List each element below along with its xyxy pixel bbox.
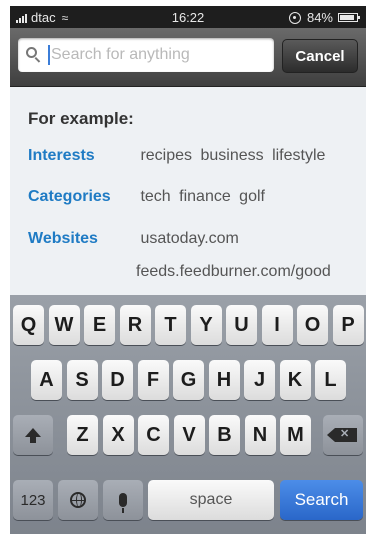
search-key[interactable]: Search [280, 480, 363, 520]
search-field[interactable] [18, 38, 274, 72]
key-b[interactable]: B [209, 415, 240, 455]
key-l[interactable]: L [315, 360, 346, 400]
key-v[interactable]: V [173, 415, 205, 455]
search-bar: Cancel [10, 28, 366, 87]
key-c[interactable]: C [138, 415, 169, 455]
key-t[interactable]: T [155, 305, 186, 345]
key-u[interactable]: U [226, 305, 257, 345]
interests-items[interactable]: recipes business lifestyle [140, 147, 325, 164]
keyboard-row-4: 123 space Search [10, 480, 366, 522]
backspace-key[interactable] [323, 415, 363, 455]
key-y[interactable]: Y [190, 305, 222, 345]
key-x[interactable]: X [102, 415, 134, 455]
example-suggestions: For example: Interests recipes business … [10, 87, 366, 295]
phone-screen: dtac ≈ 16:22 84% Cancel For example: Int… [10, 6, 366, 534]
globe-key[interactable] [58, 480, 98, 520]
key-f[interactable]: F [137, 360, 169, 400]
interests-row: Interests recipes business lifestyle [28, 147, 325, 165]
key-s[interactable]: S [66, 360, 98, 400]
search-icon [26, 47, 42, 63]
key-o[interactable]: O [297, 305, 328, 345]
interests-label[interactable]: Interests [28, 147, 136, 165]
battery-icon [338, 13, 360, 22]
shift-key[interactable] [13, 415, 53, 455]
numbers-key[interactable]: 123 [13, 480, 53, 520]
key-a[interactable]: A [31, 360, 62, 400]
website-item[interactable]: usatoday.com [140, 230, 238, 247]
dictation-key[interactable] [103, 480, 143, 520]
key-i[interactable]: I [261, 305, 293, 345]
backspace-icon [327, 427, 357, 442]
rotation-lock-icon [288, 11, 301, 24]
space-key[interactable]: space [148, 480, 274, 520]
key-m[interactable]: M [280, 415, 311, 455]
keyboard-row-2: ASDFGHJKL [10, 360, 366, 402]
key-r[interactable]: R [119, 305, 151, 345]
microphone-icon [119, 493, 127, 513]
example-heading: For example: [28, 109, 134, 128]
keyboard-row-1: QWERTYUIOP [10, 305, 366, 347]
categories-label[interactable]: Categories [28, 188, 136, 206]
key-w[interactable]: W [48, 305, 80, 345]
key-p[interactable]: P [332, 305, 364, 345]
cancel-button[interactable]: Cancel [282, 39, 358, 73]
keyboard-row-3: ZXCVBNM [10, 415, 366, 457]
key-e[interactable]: E [84, 305, 115, 345]
categories-items[interactable]: tech finance golf [140, 188, 265, 205]
websites-label[interactable]: Websites [28, 230, 136, 248]
keyboard: QWERTYUIOP ASDFGHJKL ZXCVBNM 123 space S… [10, 295, 366, 534]
battery-percent: 84% [306, 10, 333, 25]
key-j[interactable]: J [244, 360, 275, 400]
key-k[interactable]: K [279, 360, 311, 400]
key-h[interactable]: H [208, 360, 240, 400]
key-n[interactable]: N [244, 415, 276, 455]
globe-icon [70, 492, 86, 508]
status-bar: dtac ≈ 16:22 84% [10, 6, 366, 28]
shift-arrow-icon [25, 427, 41, 443]
websites-row: Websites usatoday.com [28, 230, 239, 248]
key-z[interactable]: Z [67, 415, 98, 455]
key-q[interactable]: Q [13, 305, 44, 345]
website-item[interactable]: feeds.feedburner.com/good [136, 263, 331, 281]
search-input[interactable] [48, 45, 273, 65]
key-g[interactable]: G [173, 360, 204, 400]
key-d[interactable]: D [102, 360, 133, 400]
categories-row: Categories tech finance golf [28, 188, 265, 206]
